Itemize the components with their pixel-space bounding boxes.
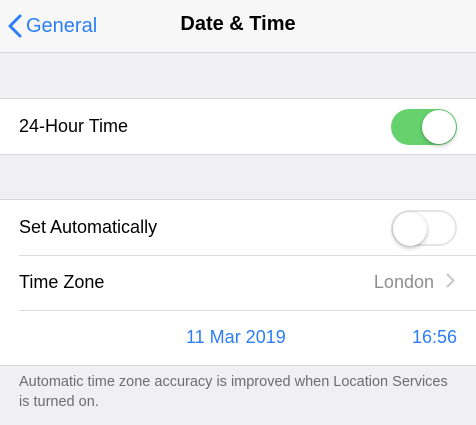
date-time-picker-row: 11 Mar 2019 16:56: [0, 310, 476, 365]
toggle-knob: [422, 110, 456, 144]
time-zone-value: London: [373, 272, 434, 292]
navigation-bar: General Date & Time: [0, 0, 476, 53]
chevron-right-icon: [446, 273, 455, 293]
hour24-toggle[interactable]: [391, 109, 457, 145]
time-zone-label: Time Zone: [19, 272, 105, 292]
hour24-label: 24-Hour Time: [19, 116, 129, 136]
date-time-group: Set Automatically Time Zone London 11 Ma…: [0, 199, 476, 366]
set-automatically-row: Set Automatically: [0, 200, 476, 255]
hour24-group: 24-Hour Time: [0, 98, 476, 155]
hour24-row: 24-Hour Time: [0, 99, 476, 154]
page-title: Date & Time: [180, 13, 296, 35]
toggle-knob: [393, 212, 427, 246]
date-value[interactable]: 11 Mar 2019: [186, 310, 286, 365]
set-automatically-label: Set Automatically: [19, 217, 158, 237]
set-automatically-toggle[interactable]: [391, 210, 457, 246]
time-zone-detail: London: [374, 255, 455, 310]
time-value[interactable]: 16:56: [412, 310, 457, 365]
time-zone-row[interactable]: Time Zone London: [0, 255, 476, 310]
location-footer-note: Automatic time zone accuracy is improved…: [19, 374, 448, 410]
